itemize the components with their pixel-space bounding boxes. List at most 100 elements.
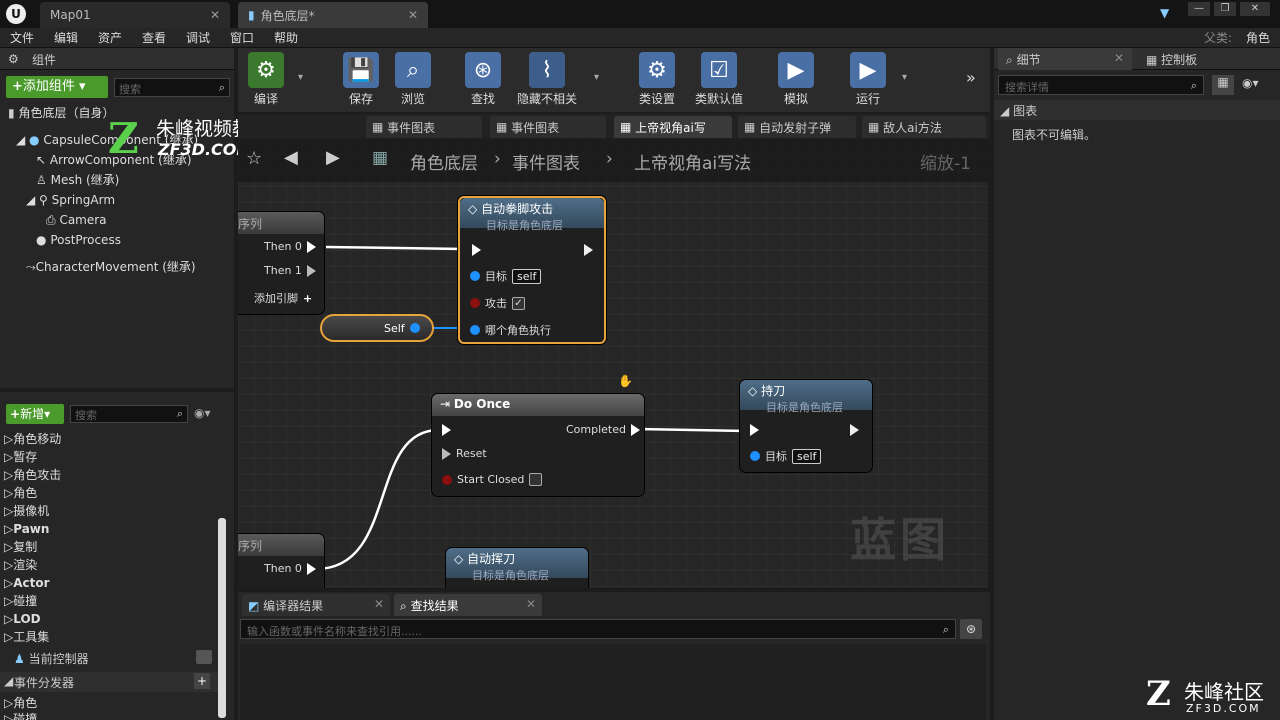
find-button[interactable]: ⊛ 查找 xyxy=(455,48,511,110)
object-pin-icon[interactable] xyxy=(750,451,760,461)
category-item[interactable]: ▷Pawn xyxy=(4,520,49,538)
run-button[interactable]: ▶ 运行 xyxy=(840,48,896,110)
hide-unrelated-button[interactable]: ⌇ 隐藏不相关 xyxy=(512,48,582,110)
exec-pin-icon[interactable] xyxy=(442,447,451,460)
class-settings-button[interactable]: ⚙ 类设置 xyxy=(629,48,685,110)
tree-item-mesh[interactable]: ♙ Mesh (继承) xyxy=(36,170,119,190)
overflow-chevron-icon[interactable]: » xyxy=(966,68,976,87)
tab-blueprint[interactable]: ▮ 角色底层* ✕ xyxy=(238,2,428,28)
category-item[interactable]: ▷工具集 xyxy=(4,628,49,646)
exec-in-pin-icon[interactable] xyxy=(472,244,481,256)
menu-window[interactable]: 窗口 xyxy=(230,28,254,48)
tab-auto-fire[interactable]: ▦ 自动发射子弹 xyxy=(738,116,856,138)
attack-checkbox[interactable]: ✓ xyxy=(512,296,525,310)
who-pin[interactable]: 哪个角色执行 xyxy=(470,322,551,338)
class-defaults-button[interactable]: ☑ 类默认值 xyxy=(688,48,750,110)
tab-map01[interactable]: Map01 ✕ xyxy=(40,2,230,28)
menu-help[interactable]: 帮助 xyxy=(274,28,298,48)
new-button[interactable]: +新增▾ xyxy=(6,404,64,424)
self-node[interactable]: Self xyxy=(320,314,434,342)
then0-pin[interactable]: Then 0 xyxy=(264,562,316,575)
parent-class-value[interactable]: 角色 xyxy=(1246,28,1270,48)
close-icon[interactable]: ✕ xyxy=(1114,51,1124,65)
menu-edit[interactable]: 编辑 xyxy=(54,28,78,48)
reset-pin[interactable]: Reset xyxy=(442,447,487,460)
add-pin-button[interactable]: 添加引脚 + xyxy=(254,290,312,306)
category-item[interactable]: ▷角色移动 xyxy=(4,430,61,448)
category-item[interactable]: ▷碰撞 xyxy=(4,592,37,610)
component-search-input[interactable]: 搜索 ⌕ xyxy=(114,78,230,97)
eye-icon[interactable]: ◉▾ xyxy=(1242,76,1259,90)
add-dispatcher-button[interactable]: + xyxy=(194,673,210,689)
target-pin[interactable]: 目标 self xyxy=(750,448,822,464)
tab-event-graph[interactable]: ▦ 事件图表 xyxy=(366,116,482,138)
close-icon[interactable]: ✕ xyxy=(526,597,536,611)
tab-find-results[interactable]: ⌕ 查找结果 ✕ xyxy=(394,594,542,616)
then0-pin[interactable]: Then 0 xyxy=(264,240,316,253)
bool-pin-icon[interactable] xyxy=(470,298,480,308)
auto-swing-node[interactable]: ◇ 自动挥刀 目标是角色底层 xyxy=(446,548,588,588)
hold-knife-node[interactable]: ◇ 持刀 目标是角色底层 目标 self xyxy=(740,380,872,472)
attack-pin[interactable]: 攻击 ✓ xyxy=(470,295,525,311)
menu-debug[interactable]: 调试 xyxy=(186,28,210,48)
tab-enemy-ai[interactable]: ▦ 敌人ai方法 xyxy=(862,116,986,138)
exec-pin-icon[interactable] xyxy=(306,264,316,277)
binoculars-icon[interactable]: ⊛ xyxy=(960,619,982,639)
dispatcher-section[interactable]: ◢ 事件分发器 + xyxy=(0,672,218,692)
grid-view-button[interactable]: ▦ xyxy=(1212,75,1234,95)
close-icon[interactable]: ✕ xyxy=(408,8,418,22)
category-item[interactable]: ▷LOD xyxy=(4,610,41,628)
scrollbar-thumb[interactable] xyxy=(218,518,226,718)
close-window-button[interactable]: ✕ xyxy=(1240,2,1270,16)
add-component-button[interactable]: +添加组件 ▾ xyxy=(6,76,108,98)
exec-pin-icon[interactable] xyxy=(306,240,316,253)
chevron-down-icon[interactable]: ▾ xyxy=(594,72,599,83)
tab-event-graph-2[interactable]: ▦ 事件图表 xyxy=(490,116,606,138)
exec-out-pin-icon[interactable] xyxy=(850,424,859,436)
start-closed-pin[interactable]: Start Closed xyxy=(442,473,543,486)
minimize-button[interactable]: — xyxy=(1188,2,1210,16)
collapse-button[interactable] xyxy=(196,650,212,664)
browse-button[interactable]: ⌕ 浏览 xyxy=(385,48,441,110)
category-item[interactable]: ▷摄像机 xyxy=(4,502,49,520)
category-item[interactable]: ▷角色攻击 xyxy=(4,466,61,484)
current-controller[interactable]: ♟ 当前控制器 xyxy=(14,650,89,667)
component-root[interactable]: ▮ 角色底层（自身） xyxy=(8,103,114,123)
sequence-node[interactable]: 序列 Then 0 Then 1 添加引脚 + xyxy=(238,212,324,314)
save-button[interactable]: 💾 保存 xyxy=(333,48,389,110)
menu-file[interactable]: 文件 xyxy=(10,28,34,48)
graph-canvas[interactable]: ☆ ◀ ▶ ▦ 角色底层 › 事件图表 › 上帝视角ai写法 缩放-1 序列 T… xyxy=(238,138,988,588)
exec-out-pin-icon[interactable] xyxy=(631,423,640,436)
maximize-button[interactable]: ❐ xyxy=(1214,2,1236,16)
tree-item-springarm[interactable]: ◢ ⚲ SpringArm xyxy=(26,190,115,210)
do-once-node[interactable]: ⇥ Do Once Completed Reset Start Closed xyxy=(432,394,644,496)
tab-palette[interactable]: ▦ 控制板 xyxy=(1138,48,1278,70)
category-item[interactable]: ▷碰撞 xyxy=(4,710,37,720)
object-pin-icon[interactable] xyxy=(470,271,480,281)
category-item[interactable]: ▷渲染 xyxy=(4,556,37,574)
category-item[interactable]: ▷Actor xyxy=(4,574,50,592)
tab-god-view-ai[interactable]: ▦ 上帝视角ai写 xyxy=(614,116,732,138)
tab-compiler-results[interactable]: ◩ 编译器结果 ✕ xyxy=(242,594,390,616)
details-search-input[interactable]: 搜索详情 ⌕ xyxy=(998,75,1204,95)
menu-view[interactable]: 查看 xyxy=(142,28,166,48)
tree-item-camera[interactable]: ⎙ Camera xyxy=(46,210,107,230)
category-item[interactable]: ▷角色 xyxy=(4,484,37,502)
completed-pin[interactable]: Completed xyxy=(566,423,640,436)
tab-details[interactable]: ⌕ 细节 ✕ xyxy=(998,48,1132,70)
simulate-button[interactable]: ▶ 模拟 xyxy=(768,48,824,110)
start-closed-checkbox[interactable] xyxy=(529,473,543,486)
tree-item-charmove[interactable]: ⤳CharacterMovement (继承) xyxy=(26,257,196,277)
mybp-search-input[interactable]: 搜索 ⌕ xyxy=(70,405,188,423)
target-pin[interactable]: 目标 self xyxy=(470,268,542,284)
close-icon[interactable]: ✕ xyxy=(210,8,220,22)
exec-in-pin-icon[interactable] xyxy=(750,424,759,436)
chevron-down-icon[interactable]: ▾ xyxy=(298,72,303,83)
exec-in-pin-icon[interactable] xyxy=(442,424,451,436)
compile-button[interactable]: ⚙ 编译 xyxy=(238,48,294,110)
sequence-node[interactable]: 序列 Then 0 xyxy=(238,534,324,588)
object-pin-icon[interactable] xyxy=(410,323,420,333)
chevron-down-icon[interactable]: ▾ xyxy=(902,72,907,83)
exec-out-pin-icon[interactable] xyxy=(584,244,593,256)
bool-pin-icon[interactable] xyxy=(442,474,452,485)
